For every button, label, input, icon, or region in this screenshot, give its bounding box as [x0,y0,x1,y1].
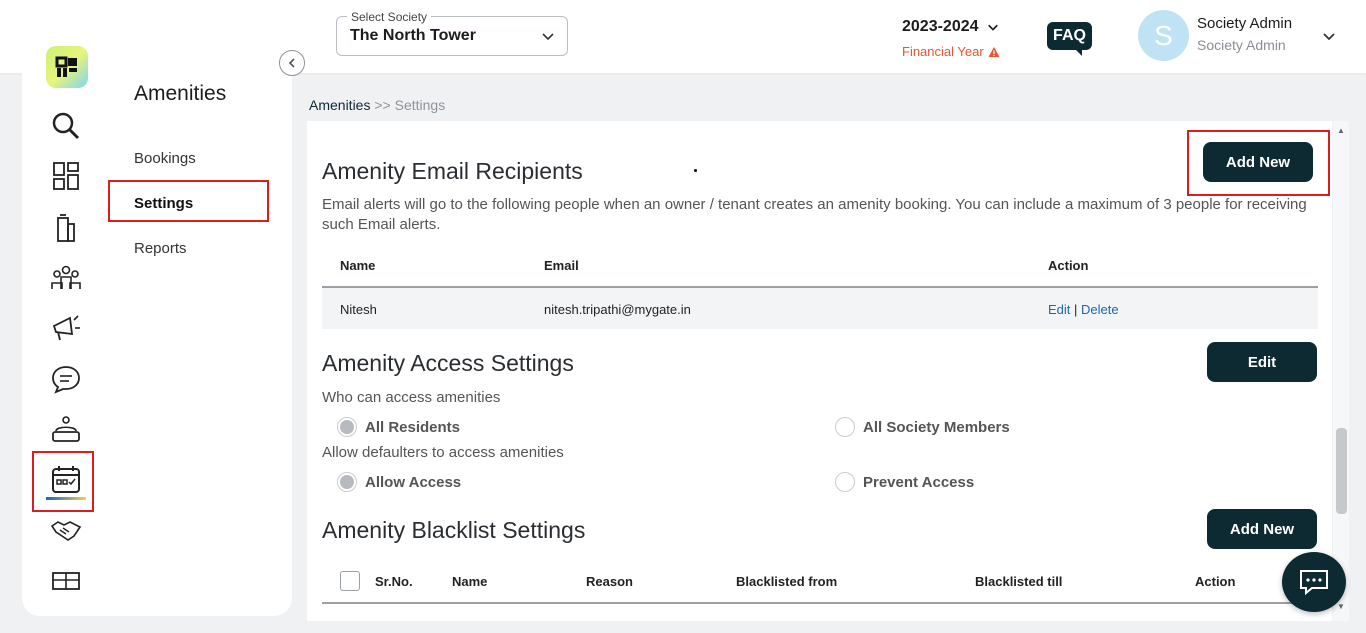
column-header-name: Name [452,574,488,589]
chat-bubble-icon[interactable] [46,361,86,397]
action-separator: | [1074,302,1078,317]
financial-year-label: Financial Year [902,44,984,59]
society-select-label: Select Society [347,10,432,24]
radio-label-all-residents: All Residents [365,419,461,436]
chat-support-button[interactable] [1282,552,1346,612]
avatar[interactable]: S [1138,10,1189,61]
box-icon[interactable] [46,562,86,598]
column-header-blacklisted-till: Blacklisted till [975,574,1063,589]
scrollbar-thumb[interactable] [1336,428,1347,514]
breadcrumb-parent[interactable]: Amenities [309,97,370,113]
access-question: Who can access amenities [322,389,501,406]
user-name: Society Admin [1197,15,1293,32]
cursor-dot [694,169,697,172]
column-header-name: Name [340,258,376,273]
recipient-name: Nitesh [340,302,377,317]
add-recipient-button[interactable]: Add New [1203,142,1313,182]
column-header-action: Action [1195,574,1236,589]
breadcrumb: Amenities >> Settings [309,97,445,113]
user-role: Society Admin [1197,37,1286,53]
chat-icon [1300,570,1328,596]
amenities-calendar-icon[interactable] [46,462,86,498]
breadcrumb-current: Settings [394,97,446,113]
breadcrumb-separator: >> [374,97,391,113]
submenu-item-reports[interactable]: Reports [134,240,187,257]
scrollbar-track[interactable] [1333,121,1349,621]
defaulters-question: Allow defaulters to access amenities [322,444,564,461]
app-logo[interactable] [46,46,88,88]
radio-label-allow-access: Allow Access [365,474,462,491]
helpdesk-icon[interactable] [46,412,86,448]
access-settings-title: Amenity Access Settings [322,350,574,376]
society-select-value: The North Tower [350,27,476,44]
recipient-actions: Edit | Delete [1048,302,1119,317]
scroll-down-arrow[interactable]: ▼ [1337,602,1345,611]
table-row [322,288,1318,329]
radio-all-society-members[interactable] [835,417,855,437]
add-blacklist-button[interactable]: Add New [1207,509,1317,549]
submenu-title: Amenities [134,82,227,105]
column-header-srno: Sr.No. [375,574,413,589]
column-header-blacklisted-from: Blacklisted from [736,574,838,589]
table-divider [322,602,1318,604]
building-icon[interactable] [46,210,86,246]
handshake-icon[interactable] [46,512,86,548]
submenu-item-settings[interactable]: Settings [134,195,193,212]
scroll-up-arrow[interactable]: ▲ [1337,126,1345,135]
blacklist-title: Amenity Blacklist Settings [322,517,586,543]
email-recipients-description: Email alerts will go to the following pe… [322,196,1307,233]
radio-all-residents[interactable] [337,417,357,437]
edit-access-button[interactable]: Edit [1207,342,1317,382]
column-header-email: Email [544,258,579,273]
recipient-email: nitesh.tripathi@mygate.in [544,302,691,317]
column-header-reason: Reason [586,574,633,589]
society-select[interactable]: Select Society The North Tower [336,10,568,56]
faq-button[interactable]: FAQ [1047,22,1092,56]
announcement-icon[interactable] [46,310,86,346]
warning-icon [988,46,1000,57]
financial-year-selector[interactable]: 2023-2024 Financial Year [902,18,1012,59]
residents-group-icon[interactable] [46,260,86,296]
chevron-left-icon [288,58,295,68]
radio-prevent-access[interactable] [835,472,855,492]
dashboard-grid-icon[interactable] [46,158,86,194]
delete-recipient-link[interactable]: Delete [1081,302,1119,317]
chevron-down-icon [987,24,998,31]
column-header-action: Action [1048,258,1089,273]
radio-label-prevent-access: Prevent Access [863,474,975,491]
submenu-item-bookings[interactable]: Bookings [134,150,196,167]
email-recipients-title: Amenity Email Recipients [322,158,583,184]
user-menu-chevron-icon[interactable] [1322,29,1336,43]
radio-allow-access[interactable] [337,472,357,492]
select-all-checkbox[interactable] [340,571,360,591]
active-indicator [46,497,86,500]
collapse-sidebar-button[interactable] [279,50,305,76]
edit-recipient-link[interactable]: Edit [1048,302,1070,317]
search-icon[interactable] [46,108,86,144]
radio-label-all-society-members: All Society Members [863,419,1010,436]
chevron-down-icon [542,33,554,41]
financial-year-value: 2023-2024 [902,18,979,35]
